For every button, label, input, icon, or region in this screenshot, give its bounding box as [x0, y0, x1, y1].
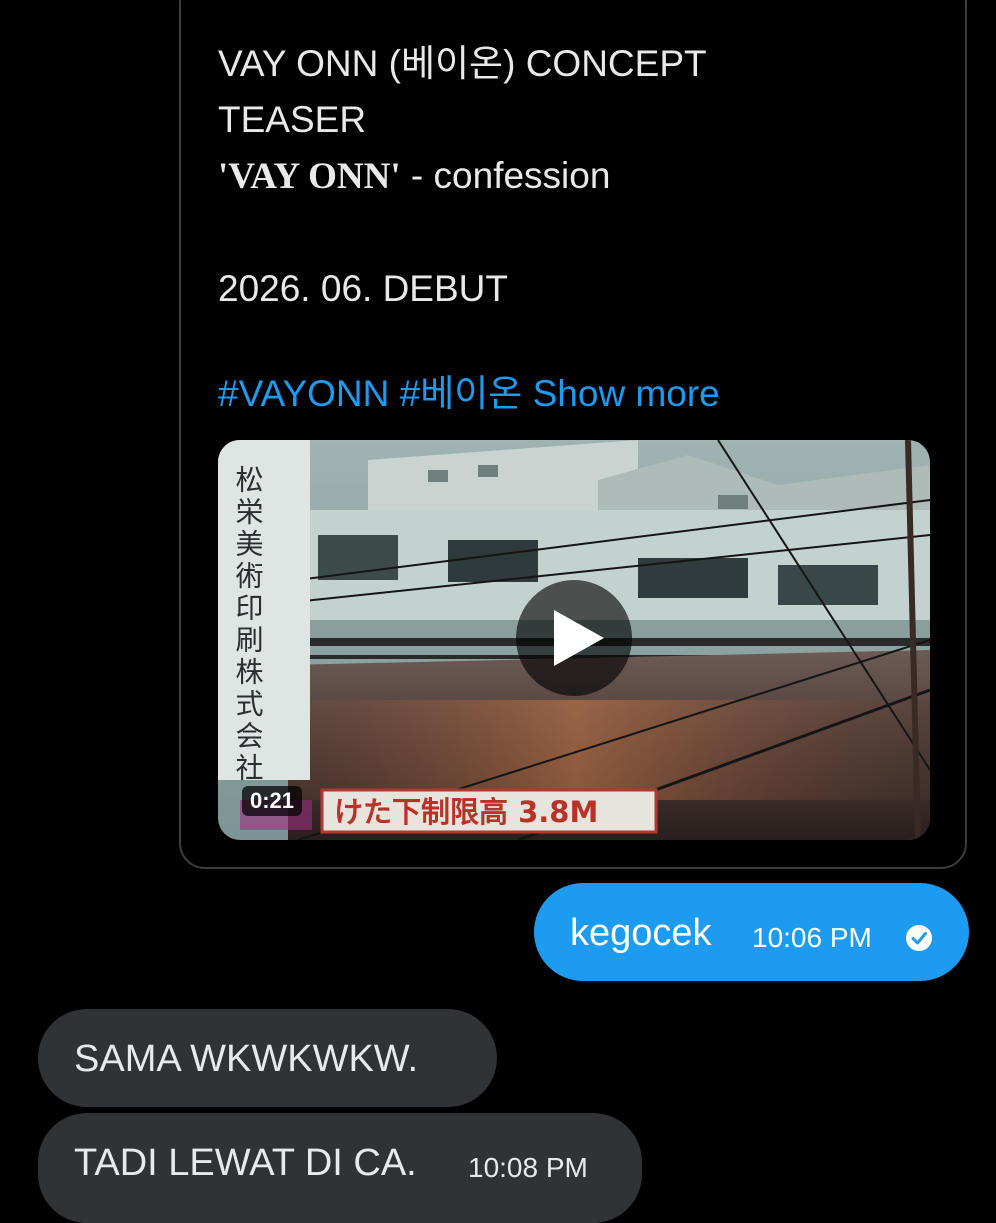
message-time: 10:08 PM [468, 1152, 588, 1183]
post-title-line-2: TEASER [218, 99, 367, 140]
hashtag-link[interactable]: #VAYONN [218, 373, 389, 414]
post-title-line-3: 'VAY ONN' - confession [218, 148, 918, 205]
vertical-sign-text: 松栄美術印刷株式会社 [232, 465, 265, 785]
post-debut-line: 2026. 06. DEBUT [218, 268, 508, 309]
received-message-bubble[interactable]: TADI LEWAT DI CA. 10:08 PM [38, 1113, 642, 1223]
play-button[interactable] [516, 580, 632, 696]
post-title-line-1: VAY ONN (베이온) CONCEPT [218, 43, 707, 84]
show-more-link[interactable]: Show more [533, 373, 720, 414]
video-thumbnail[interactable]: 松栄美術印刷株式会社 けた下制限高 3.8M 0:21 [218, 440, 930, 840]
post-text: VAY ONN (베이온) CONCEPT TEASER 'VAY ONN' -… [218, 36, 918, 317]
sent-message-bubble[interactable]: kegocek 10:06 PM [534, 883, 969, 981]
hashtag-link[interactable]: #베이온 [400, 373, 523, 414]
check-circle-icon [906, 925, 932, 951]
post-name-serif: 'VAY ONN' [218, 156, 401, 197]
received-message-bubble[interactable]: SAMA WKWKWKW. [38, 1009, 497, 1107]
hashtags-line: #VAYONN #베이온 Show more [218, 366, 720, 422]
video-duration-badge: 0:21 [242, 786, 303, 816]
play-icon [554, 610, 604, 666]
message-text: TADI LEWAT DI CA. [74, 1142, 417, 1184]
post-subtitle: - confession [400, 155, 611, 196]
message-time: 10:06 PM [752, 922, 872, 953]
bottom-sign-text: けた下制限高 3.8M [334, 795, 598, 829]
message-text: SAMA WKWKWKW. [74, 1038, 419, 1080]
message-text: kegocek [570, 912, 712, 954]
